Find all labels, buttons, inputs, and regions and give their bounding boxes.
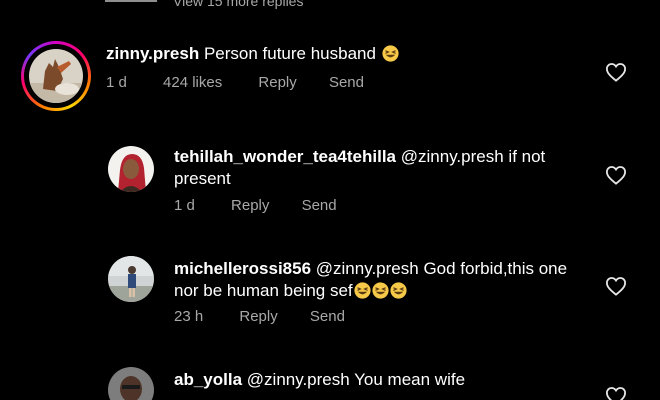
comment-likes-count[interactable]: 424 likes	[163, 74, 222, 91]
comment-meta: 23 h Reply Send	[174, 308, 345, 325]
avatar[interactable]	[108, 367, 154, 400]
comment-username[interactable]: tehillah_wonder_tea4tehilla	[174, 147, 396, 166]
grinning-squinting-face-icon	[382, 45, 399, 62]
heart-icon[interactable]	[605, 62, 627, 82]
comment-timestamp: 1 d	[174, 197, 195, 214]
grinning-squinting-face-icon	[354, 282, 371, 299]
avatar[interactable]	[108, 146, 154, 192]
reply-button[interactable]: Reply	[258, 74, 296, 91]
grinning-squinting-face-icon	[372, 282, 389, 299]
comment-body: tehillah_wonder_tea4tehilla @zinny.presh…	[174, 146, 584, 190]
avatar	[29, 49, 83, 103]
previous-thread-stub: View 15 more replies	[0, 0, 660, 12]
view-more-replies-link[interactable]: View 15 more replies	[173, 0, 303, 9]
send-button[interactable]: Send	[329, 74, 364, 91]
comment-timestamp: 23 h	[174, 308, 204, 325]
comment-text: Person future husband	[203, 44, 376, 63]
comment-meta: 1 d Reply Send	[174, 197, 337, 214]
mention-link[interactable]: @zinny.presh	[247, 370, 350, 389]
comment-username[interactable]: ab_yolla	[174, 370, 242, 389]
send-button[interactable]: Send	[302, 197, 337, 214]
comment-body: ab_yolla @zinny.presh You mean wife	[174, 369, 594, 391]
reply-button[interactable]: Reply	[231, 197, 269, 214]
story-ring-avatar[interactable]	[21, 41, 91, 111]
heart-icon[interactable]	[605, 276, 627, 296]
reply-button[interactable]: Reply	[239, 308, 277, 325]
send-button[interactable]: Send	[310, 308, 345, 325]
heart-icon[interactable]	[605, 165, 627, 185]
comment-timestamp: 1 d	[106, 74, 127, 91]
mention-link[interactable]: @zinny.presh	[316, 259, 419, 278]
comment-text: You mean wife	[354, 370, 466, 389]
comment-body: michellerossi856 @zinny.presh God forbid…	[174, 258, 594, 302]
avatar[interactable]	[108, 256, 154, 302]
comment-body: zinny.presh Person future husband	[106, 43, 576, 65]
comment-meta: 1 d 424 likes Reply Send	[106, 74, 364, 91]
replies-divider-line	[105, 0, 157, 2]
comment-username[interactable]: michellerossi856	[174, 259, 311, 278]
comment-username[interactable]: zinny.presh	[106, 44, 199, 63]
heart-icon[interactable]	[605, 386, 627, 400]
grinning-squinting-face-icon	[390, 282, 407, 299]
avatar-ring-gap	[24, 44, 88, 108]
mention-link[interactable]: @zinny.presh	[401, 147, 504, 166]
